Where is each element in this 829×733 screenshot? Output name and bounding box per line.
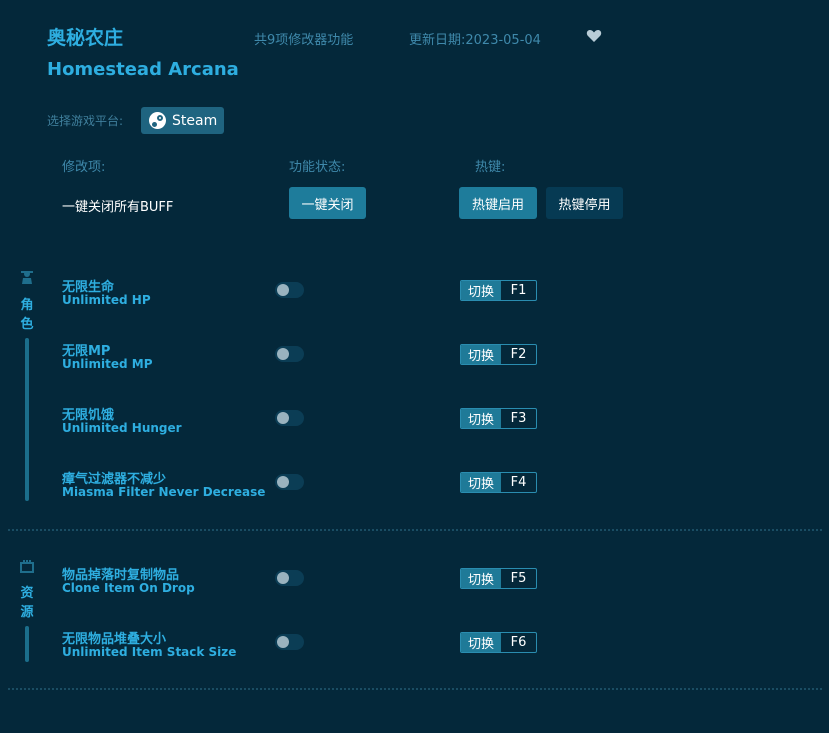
update-date: 更新日期:2023-05-04 (409, 33, 541, 48)
steam-icon (149, 112, 166, 129)
feature-name-en: Unlimited Hunger (62, 421, 182, 435)
game-title-cn: 奥秘农庄 (47, 27, 124, 49)
hotkey-disable-button[interactable]: 热键停用 (546, 187, 623, 219)
section-divider (8, 529, 822, 531)
feature-name-en: Clone Item On Drop (62, 581, 195, 595)
resource-icon (19, 558, 35, 574)
close-all-button[interactable]: 一键关闭 (289, 187, 366, 219)
steam-platform-button[interactable]: Steam (141, 107, 224, 134)
platform-label: 选择游戏平台: (47, 114, 124, 128)
game-title-en: Homestead Arcana (47, 59, 239, 80)
feature-toggle[interactable] (275, 410, 304, 426)
feature-toggle[interactable] (275, 474, 304, 490)
section-bar-character (25, 338, 29, 501)
section-bar-resource (25, 626, 29, 662)
feature-name-en: Miasma Filter Never Decrease (62, 485, 266, 499)
heart-icon[interactable] (586, 28, 602, 44)
section-label-resource: 资源 (20, 586, 34, 620)
hotkey-enable-button[interactable]: 热键启用 (459, 187, 537, 219)
feature-toggle[interactable] (275, 346, 304, 362)
hotkey-switch[interactable]: 切换 F2 (460, 344, 537, 365)
section-label-character: 角色 (20, 298, 34, 332)
character-icon (19, 269, 35, 285)
section-divider (8, 688, 822, 690)
close-all-buff-label: 一键关闭所有BUFF (62, 200, 174, 215)
feature-name-en: Unlimited HP (62, 293, 151, 307)
hotkey-switch[interactable]: 切换 F5 (460, 568, 537, 589)
feature-name-en: Unlimited Item Stack Size (62, 645, 237, 659)
hotkey-switch[interactable]: 切换 F3 (460, 408, 537, 429)
hotkey-switch[interactable]: 切换 F1 (460, 280, 537, 301)
steam-label: Steam (172, 112, 218, 129)
feature-count: 共9项修改器功能 (254, 33, 354, 48)
column-item: 修改项: (62, 160, 106, 175)
feature-toggle[interactable] (275, 570, 304, 586)
hotkey-switch[interactable]: 切换 F4 (460, 472, 537, 493)
feature-name-en: Unlimited MP (62, 357, 153, 371)
feature-toggle[interactable] (275, 282, 304, 298)
hotkey-switch[interactable]: 切换 F6 (460, 632, 537, 653)
column-status: 功能状态: (289, 160, 346, 175)
feature-toggle[interactable] (275, 634, 304, 650)
column-hotkey: 热键: (475, 160, 506, 175)
